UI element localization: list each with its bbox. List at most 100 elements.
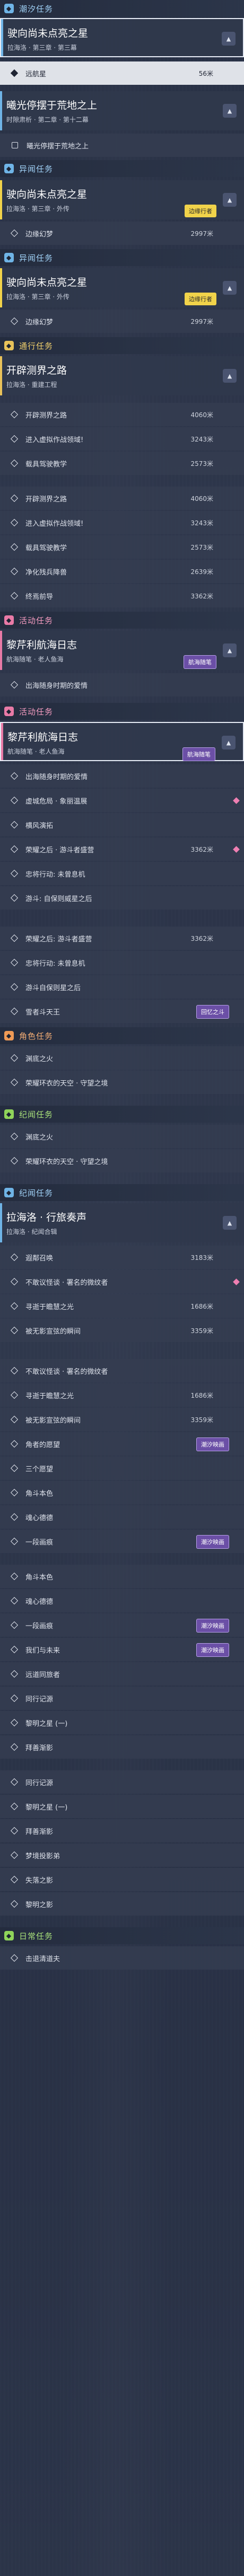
step-marker-icon (10, 1007, 19, 1016)
quest-step-row[interactable]: 载具驾驶教学 2573米 (0, 452, 244, 475)
quest-step-row[interactable]: 寻逝于瞻慧之光 1686米 (0, 1294, 244, 1318)
quest-step-row[interactable]: 我们与未来 潮汐映画 (0, 1638, 244, 1661)
quest-title: 驶向尚未点亮之星 (6, 189, 88, 200)
quest-step-row[interactable]: 渊底之火 (0, 1046, 244, 1070)
quest-step-row[interactable]: 荣耀之后: 游斗者盛营 3362米 (0, 927, 244, 950)
quest-step-row[interactable]: 不敢议怪谈 · 署名的微纹者 (0, 1270, 244, 1293)
event-tag-badge: 潮汐映画 (196, 1619, 229, 1633)
step-label: 载具驾驶教学 (25, 460, 67, 469)
step-marker-icon (10, 1054, 19, 1062)
quest-step-row[interactable]: 边缘幻梦 2997米 (0, 310, 244, 333)
quest-card[interactable]: 拉海洛 · 行旅奏声 拉海洛 · 纪闻合辑 ▲ (0, 1203, 244, 1242)
quest-step-row[interactable]: 曦光停摆于荒地之上 (0, 134, 244, 157)
quest-step-row[interactable]: 被无影宣弦的瞬间 3359米 (0, 1319, 244, 1342)
quest-step-row[interactable]: 远航星 56米 (0, 61, 244, 85)
quest-step-row[interactable]: 魂心德德 (0, 1505, 244, 1529)
quest-step-row[interactable]: 边缘幻梦 2997米 (0, 222, 244, 245)
quest-step-row[interactable]: 开辟测界之路 4060米 (0, 487, 244, 510)
collapse-chevron-icon[interactable]: ▲ (223, 281, 237, 295)
quest-step-row[interactable]: 忠将行动: 未曾息机 (0, 862, 244, 885)
quest-title: 驶向尚未点亮之星 (7, 28, 89, 39)
quest-step-row[interactable]: 荣耀环衣的天空 · 守望之境 (0, 1071, 244, 1094)
quest-step-row[interactable]: 失落之影 (0, 1868, 244, 1891)
quest-step-row[interactable]: 净化残兵降兽 2639米 (0, 560, 244, 583)
quest-step-row[interactable]: 横风演拓 (0, 813, 244, 836)
quest-step-row[interactable]: 雪者斗天王 回忆之斗 (0, 1000, 244, 1023)
quest-step-row[interactable]: 角者的愿望 潮汐映画 (0, 1432, 244, 1455)
quest-step-row[interactable]: 一段画痕 潮汐映画 (0, 1530, 244, 1553)
category-header[interactable]: ◆ 潮汐任务 (0, 0, 244, 17)
quest-step-row[interactable]: 遐鄰召唤 3183米 (0, 1246, 244, 1269)
quest-tag-badge: 边缘行者 (185, 293, 216, 305)
quest-step-row[interactable]: 进入虚拟作战领域! 3243米 (0, 511, 244, 534)
category-header[interactable]: ◆ 异闻任务 (0, 249, 244, 266)
quest-step-row[interactable]: 黎明之星 (一) (0, 1795, 244, 1818)
category-header[interactable]: ◆ 角色任务 (0, 1027, 244, 1044)
collapse-chevron-icon[interactable]: ▲ (223, 1216, 237, 1230)
category-header[interactable]: ◆ 通行任务 (0, 337, 244, 354)
category-header[interactable]: ◆ 活动任务 (0, 612, 244, 629)
quest-tag-badge: 边缘行者 (185, 205, 216, 217)
collapse-chevron-icon[interactable]: ▲ (223, 643, 237, 657)
collapse-chevron-icon[interactable]: ▲ (222, 736, 236, 749)
step-marker-icon (10, 1851, 19, 1859)
step-label: 寻逝于瞻慧之光 (25, 1303, 74, 1311)
quest-card[interactable]: 黎芹利航海日志 航海随笔 · 老人鱼海 ▲ 航海随笔 (0, 631, 244, 670)
quest-card[interactable]: 驶向尚未点亮之星 拉海洛 · 第三章 · 外传 ▲ 边缘行者 (0, 268, 244, 307)
quest-step-row[interactable]: 荣耀环衣的天空 · 守望之境 (0, 1149, 244, 1172)
quest-step-row[interactable]: 出海随身时期的爱情 (0, 764, 244, 788)
category-header[interactable]: ◆ 纪闻任务 (0, 1184, 244, 1201)
collapse-chevron-icon[interactable]: ▲ (223, 104, 237, 118)
quest-step-row[interactable]: 不敢议怪谈 · 署名的微纹者 (0, 1359, 244, 1382)
quest-step-row[interactable]: 梦境投影弟 (0, 1843, 244, 1867)
quest-step-row[interactable]: 拜善渐影 (0, 1735, 244, 1759)
quest-step-row[interactable]: 寻逝于瞻慧之光 1686米 (0, 1383, 244, 1407)
category-title: 纪闻任务 (19, 1188, 54, 1198)
quest-step-row[interactable]: 载具驾驶教学 2573米 (0, 535, 244, 559)
category-header[interactable]: ◆ 日常任务 (0, 1927, 244, 1944)
quest-step-row[interactable]: 忠将行动: 未曾息机 (0, 951, 244, 974)
step-label: 远道同旅者 (25, 1671, 60, 1679)
quest-step-row[interactable]: 进入虚拟作战领域! 3243米 (0, 427, 244, 451)
quest-step-row[interactable]: 一段画痕 潮汐映画 (0, 1613, 244, 1637)
quest-card[interactable]: 黎芹利航海日志 航海随笔 · 老人鱼海 ▲ 航海随笔 (0, 722, 244, 761)
quest-step-row[interactable]: 同行记源 (0, 1687, 244, 1710)
quest-step-row[interactable]: 游斗自保则星之后 (0, 975, 244, 999)
quest-card[interactable]: 曦光停摆于荒地之上 时隙肃析 · 第二章 · 第十二幕 ▲ (0, 91, 244, 130)
distance-label: 4060米 (190, 411, 213, 419)
step-label: 出海随身时期的爱情 (25, 773, 88, 781)
quest-card[interactable]: 驶向尚未点亮之星 拉海洛 · 第三章 · 外传 ▲ 边缘行者 (0, 180, 244, 219)
quest-step-row[interactable]: 出海随身时期的爱情 (0, 673, 244, 696)
quest-step-row[interactable]: 拜善渐影 (0, 1819, 244, 1842)
quest-step-row[interactable]: 虚城危局 · 象丽温展 (0, 789, 244, 812)
quest-step-row[interactable]: 荣耀之后 · 游斗者盛营 3362米 (0, 837, 244, 861)
quest-step-row[interactable]: 击退清道夫 (0, 1946, 244, 1970)
quest-card[interactable]: 驶向尚未点亮之星 拉海洛 · 第三章 · 第三幕 ▲ (0, 18, 244, 57)
quest-step-row[interactable]: 三个愿望 (0, 1457, 244, 1480)
quest-color-bar (0, 356, 2, 395)
quest-step-row[interactable]: 角斗本色 (0, 1565, 244, 1588)
quest-card[interactable]: 开辟测界之路 拉海洛 · 重建工程 ▲ (0, 356, 244, 395)
step-label: 同行记源 (25, 1779, 54, 1787)
quest-step-row[interactable]: 终焉前导 3362米 (0, 584, 244, 607)
collapse-chevron-icon[interactable]: ▲ (223, 193, 237, 207)
quest-step-row[interactable]: 开辟测界之路 4060米 (0, 403, 244, 426)
category-header[interactable]: ◆ 纪闻任务 (0, 1106, 244, 1123)
quest-step-row[interactable]: 黎明之影 (0, 1892, 244, 1916)
collapse-chevron-icon[interactable]: ▲ (222, 32, 236, 46)
quest-step-row[interactable]: 远道同旅者 (0, 1662, 244, 1686)
step-label: 黎明之星 (一) (25, 1719, 68, 1728)
step-marker-icon (10, 567, 19, 576)
quest-step-row[interactable]: 同行记源 (0, 1770, 244, 1794)
category-icon: ◆ (4, 4, 14, 13)
quest-step-row[interactable]: 渊底之火 (0, 1125, 244, 1148)
quest-step-row[interactable]: 角斗本色 (0, 1481, 244, 1504)
quest-step-row[interactable]: 魂心德德 (0, 1589, 244, 1612)
quest-step-row[interactable]: 游斗: 自保则威星之后 (0, 886, 244, 910)
collapse-chevron-icon[interactable]: ▲ (223, 369, 237, 383)
category-header[interactable]: ◆ 异闻任务 (0, 160, 244, 177)
category-header[interactable]: ◆ 活动任务 (0, 703, 244, 720)
quest-step-row[interactable]: 被无影宣弦的瞬间 3359米 (0, 1408, 244, 1431)
step-marker-icon (12, 142, 18, 148)
quest-step-row[interactable]: 黎明之星 (一) (0, 1711, 244, 1734)
